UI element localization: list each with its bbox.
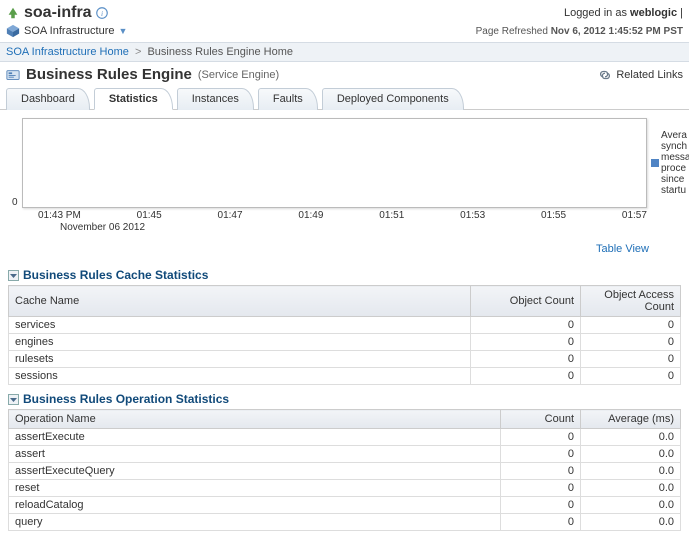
- operation-stats-section: Business Rules Operation Statistics Oper…: [8, 389, 681, 531]
- chart-x-axis: 01:43 PM 01:45 01:47 01:49 01:51 01:53 0…: [0, 210, 689, 221]
- tab-deployed-components[interactable]: Deployed Components: [322, 88, 464, 110]
- table-row: engines00: [9, 334, 681, 351]
- breadcrumb-home-link[interactable]: SOA Infrastructure Home: [6, 46, 129, 58]
- tab-bar: Dashboard Statistics Instances Faults De…: [0, 87, 689, 110]
- cache-stats-title: Business Rules Cache Statistics: [23, 268, 208, 282]
- breadcrumb: SOA Infrastructure Home > Business Rules…: [0, 42, 689, 62]
- x-tick: 01:53: [460, 210, 485, 221]
- soa-infra-menu-label: SOA Infrastructure: [24, 25, 114, 37]
- table-row: query00.0: [9, 514, 681, 531]
- operation-stats-table: Operation Name Count Average (ms) assert…: [8, 409, 681, 531]
- breadcrumb-separator: >: [135, 46, 141, 58]
- breadcrumb-current: Business Rules Engine Home: [147, 46, 293, 58]
- rules-engine-icon: [6, 68, 20, 82]
- page-subtitle: (Service Engine): [198, 69, 279, 81]
- related-links-label: Related Links: [616, 69, 683, 81]
- col-object-count[interactable]: Object Count: [471, 286, 581, 317]
- col-count[interactable]: Count: [501, 410, 581, 429]
- x-tick: 01:43 PM: [38, 210, 81, 221]
- legend-swatch: [651, 159, 659, 167]
- tab-instances[interactable]: Instances: [177, 88, 254, 110]
- table-row: reloadCatalog00.0: [9, 497, 681, 514]
- chart-legend: Averasynchmessaprocesincestartu: [647, 118, 685, 208]
- table-row: services00: [9, 317, 681, 334]
- table-row: rulesets00: [9, 351, 681, 368]
- collapse-icon[interactable]: [8, 270, 19, 281]
- chart-plot-area: [22, 118, 647, 208]
- chart-x-label: November 06 2012: [0, 222, 689, 233]
- x-tick: 01:45: [137, 210, 162, 221]
- tab-dashboard[interactable]: Dashboard: [6, 88, 90, 110]
- col-average-ms[interactable]: Average (ms): [581, 410, 681, 429]
- x-tick: 01:55: [541, 210, 566, 221]
- soa-infra-menu[interactable]: SOA Infrastructure ▼: [6, 24, 127, 38]
- soa-cube-icon: [6, 24, 20, 38]
- collapse-icon[interactable]: [8, 394, 19, 405]
- tab-faults[interactable]: Faults: [258, 88, 318, 110]
- col-object-access-count[interactable]: Object Access Count: [581, 286, 681, 317]
- menu-chevron-down-icon: ▼: [118, 26, 127, 36]
- status-up-icon: [6, 6, 20, 20]
- target-title: soa-infra: [24, 4, 92, 22]
- related-links-menu[interactable]: Related Links: [598, 68, 683, 82]
- col-cache-name[interactable]: Cache Name: [9, 286, 471, 317]
- table-row: assertExecuteQuery00.0: [9, 463, 681, 480]
- page-title: Business Rules Engine: [26, 66, 192, 83]
- login-info: Logged in as weblogic |: [564, 7, 683, 19]
- y-tick-0: 0: [12, 197, 18, 208]
- operation-stats-title: Business Rules Operation Statistics: [23, 392, 229, 406]
- page-refresh-info: Page Refreshed Nov 6, 2012 1:45:52 PM PS…: [476, 26, 683, 37]
- table-row: sessions00: [9, 368, 681, 385]
- tab-statistics[interactable]: Statistics: [94, 88, 173, 110]
- x-tick: 01:57: [622, 210, 647, 221]
- legend-label: Averasynchmessaprocesincestartu: [661, 130, 689, 196]
- table-row: reset00.0: [9, 480, 681, 497]
- chart-y-axis: 0: [12, 118, 22, 208]
- cache-stats-section: Business Rules Cache Statistics Cache Na…: [8, 265, 681, 385]
- svg-text:i: i: [101, 9, 103, 18]
- chart-region: 0 Averasynchmessaprocesincestartu: [0, 110, 689, 208]
- chain-link-icon: [598, 68, 612, 82]
- x-tick: 01:49: [298, 210, 323, 221]
- table-view-link[interactable]: Table View: [596, 243, 649, 255]
- info-icon[interactable]: i: [96, 7, 108, 19]
- x-tick: 01:51: [379, 210, 404, 221]
- table-row: assertExecute00.0: [9, 429, 681, 446]
- cache-stats-table: Cache Name Object Count Object Access Co…: [8, 285, 681, 385]
- col-operation-name[interactable]: Operation Name: [9, 410, 501, 429]
- table-row: assert00.0: [9, 446, 681, 463]
- x-tick: 01:47: [218, 210, 243, 221]
